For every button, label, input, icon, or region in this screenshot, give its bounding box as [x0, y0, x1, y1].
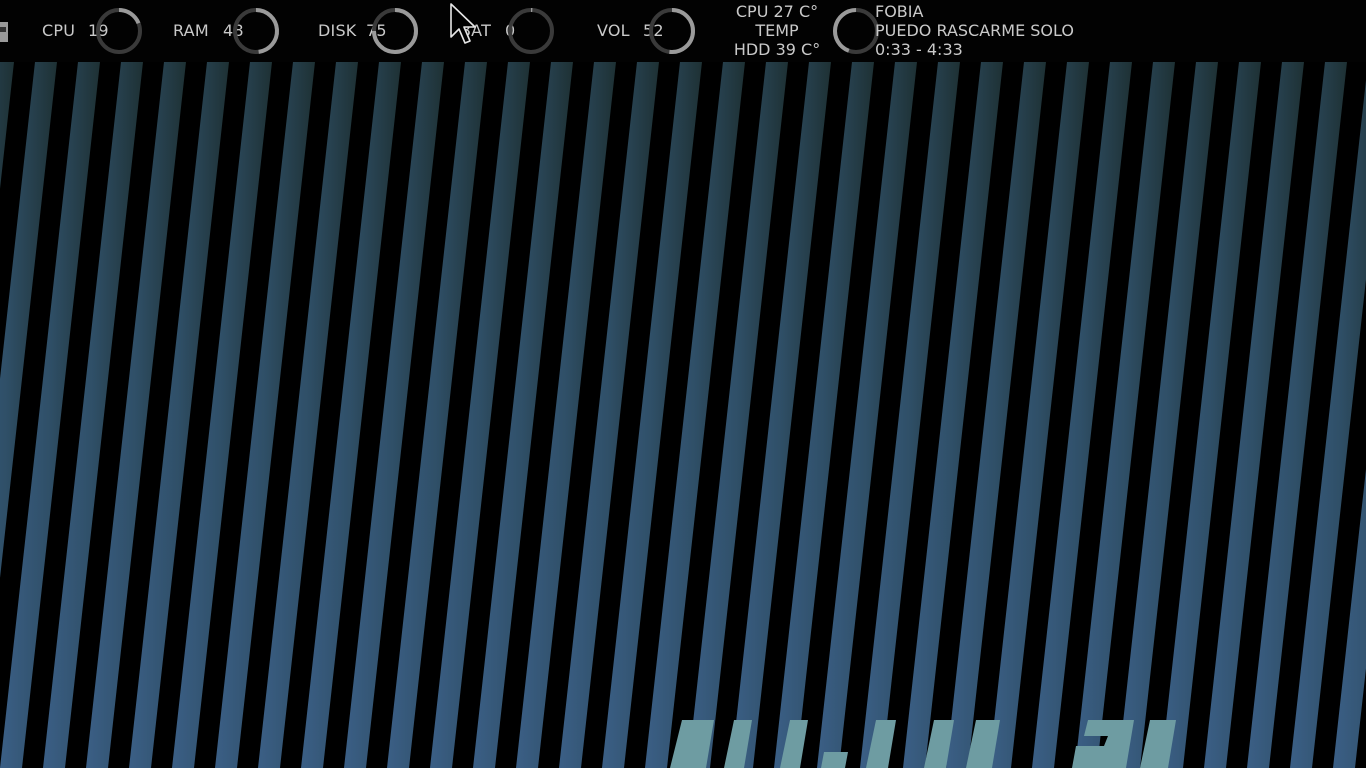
cpu-temp: CPU 27 C° [735, 2, 819, 21]
desktop-wallpaper [0, 62, 1366, 768]
desktop: CPU 19 RAM 48 DISK 75 BAT 0 VOL 52 CPU 2… [0, 0, 1366, 768]
ring-track [508, 8, 554, 54]
ring-fill [833, 8, 857, 53]
mouse-pointer-icon [450, 3, 476, 44]
hdd-temp: HDD 39 C° [733, 40, 821, 59]
disk-usage-ring [372, 8, 418, 54]
temp-label: TEMP [755, 21, 799, 40]
track-time: 0:33 - 4:33 [875, 40, 963, 59]
ram-label: RAM [173, 21, 209, 40]
volume-level-ring [649, 8, 695, 54]
ring-fill [255, 8, 279, 54]
disk-label: DISK [318, 21, 357, 40]
cpu-usage-ring [96, 8, 142, 54]
track-artist: FOBIA [875, 2, 924, 21]
cpu-label: CPU [42, 21, 76, 40]
battery-level-ring [508, 8, 554, 54]
striped-wallpaper [0, 62, 1366, 768]
now-playing: FOBIA PUEDO RASCARME SOLO 0:33 - 4:33 [875, 2, 1074, 59]
tray-icon[interactable] [0, 22, 8, 42]
track-title: PUEDO RASCARME SOLO [875, 21, 1074, 40]
ring-fill [669, 8, 695, 54]
ring-fill [118, 8, 141, 25]
temperature-readout: CPU 27 C° TEMP HDD 39 C° [728, 2, 826, 59]
ram-usage-ring [233, 8, 279, 54]
volume-label: VOL [597, 21, 630, 40]
system-monitor-bar: CPU 19 RAM 48 DISK 75 BAT 0 VOL 52 CPU 2… [0, 0, 1366, 62]
track-progress-ring [833, 8, 879, 54]
